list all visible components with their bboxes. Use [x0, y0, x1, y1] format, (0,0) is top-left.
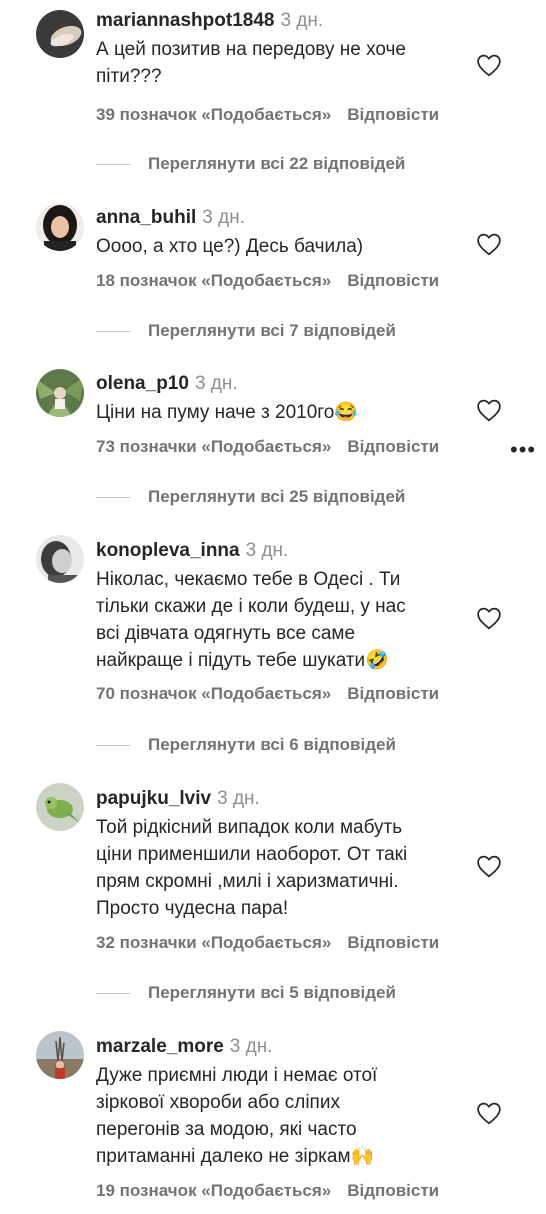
- comment-time: 3 дн.: [245, 540, 289, 561]
- likes-count[interactable]: 70 позначок «Подобається»: [96, 684, 331, 703]
- comment-text: Той рідкісний випадок коли мабуть ціни п…: [96, 817, 408, 919]
- comment-time: 3 дн.: [194, 373, 238, 394]
- comment-time: 3 дн.: [202, 207, 246, 228]
- comment-username[interactable]: anna_buhil: [96, 207, 196, 228]
- divider: [96, 330, 130, 332]
- view-replies-button[interactable]: Переглянути всі 5 відповідей: [96, 983, 396, 1003]
- likes-count[interactable]: 19 позначок «Подобається»: [96, 1181, 331, 1200]
- like-heart-icon[interactable]: [476, 232, 502, 256]
- reply-button[interactable]: Відповісти: [347, 271, 439, 290]
- like-heart-icon[interactable]: [476, 854, 502, 878]
- comment-username[interactable]: mariannashpot1848: [96, 10, 274, 31]
- comment-text: Оооо, а хто це?) Десь бачила): [96, 236, 364, 257]
- like-heart-icon[interactable]: [476, 398, 502, 422]
- comment-text: Ціни на пуму наче з 2010го😂: [96, 402, 359, 423]
- divider: [96, 744, 130, 746]
- like-heart-icon[interactable]: [476, 606, 502, 630]
- avatar[interactable]: [36, 783, 84, 831]
- reply-button[interactable]: Відповісти: [347, 105, 439, 124]
- likes-count[interactable]: 18 позначок «Подобається»: [96, 271, 331, 290]
- comment-username[interactable]: papujku_lviv: [96, 788, 211, 809]
- avatar[interactable]: [36, 369, 84, 417]
- reply-button[interactable]: Відповісти: [347, 1181, 439, 1200]
- likes-count[interactable]: 73 позначки «Подобається»: [96, 437, 331, 456]
- comment-time: 3 дн.: [217, 788, 260, 809]
- comment-username[interactable]: olena_p10: [96, 373, 189, 394]
- comment-text: Дуже приємні люди і немає отої зіркової …: [96, 1065, 378, 1167]
- view-replies-button[interactable]: Переглянути всі 6 відповідей: [96, 735, 396, 755]
- likes-count[interactable]: 32 позначки «Подобається»: [96, 933, 331, 952]
- view-replies-button[interactable]: Переглянути всі 7 відповідей: [96, 321, 396, 341]
- comment-text: Ніколас, чекаємо тебе в Одесі . Ти тільк…: [96, 569, 406, 671]
- like-heart-icon[interactable]: [476, 53, 502, 77]
- comment-time: 3 дн.: [229, 1036, 273, 1057]
- like-heart-icon[interactable]: [476, 1101, 502, 1125]
- comment-username[interactable]: konopleva_inna: [96, 540, 240, 561]
- view-replies-button[interactable]: Переглянути всі 25 відповідей: [96, 487, 405, 507]
- avatar[interactable]: [36, 535, 84, 583]
- reply-button[interactable]: Відповісти: [347, 684, 439, 703]
- avatar[interactable]: [36, 203, 84, 251]
- more-options-icon[interactable]: •••: [510, 437, 536, 463]
- comment-username[interactable]: marzale_more: [96, 1036, 224, 1057]
- reply-button[interactable]: Відповісти: [347, 933, 439, 952]
- divider: [96, 992, 130, 994]
- divider: [96, 496, 130, 498]
- view-replies-button[interactable]: Переглянути всі 22 відповідей: [96, 154, 405, 174]
- divider: [96, 163, 130, 165]
- avatar[interactable]: [36, 1031, 84, 1079]
- likes-count[interactable]: 39 позначок «Подобається»: [96, 105, 331, 124]
- comment-time: 3 дн.: [280, 10, 324, 31]
- avatar[interactable]: [36, 10, 84, 58]
- comment-text: А цей позитив на передову не хоче піти??…: [96, 39, 406, 87]
- reply-button[interactable]: Відповісти: [347, 437, 439, 456]
